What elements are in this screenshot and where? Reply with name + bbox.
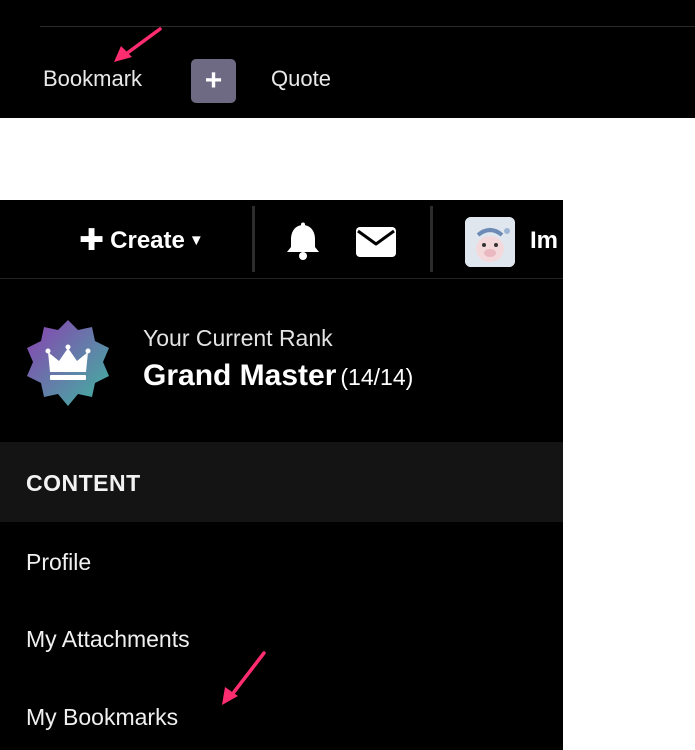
section-title: CONTENT bbox=[26, 470, 141, 496]
menu-item-my-attachments[interactable]: My Attachments bbox=[26, 625, 190, 653]
rank-progress: (14/14) bbox=[340, 364, 414, 390]
rank-caption: Your Current Rank bbox=[143, 325, 333, 351]
notifications-button[interactable] bbox=[284, 222, 322, 262]
rank-name: Grand Master bbox=[143, 359, 337, 392]
avatar-image bbox=[465, 217, 515, 267]
avatar[interactable] bbox=[465, 217, 515, 267]
add-button[interactable]: + bbox=[191, 59, 236, 103]
user-name[interactable]: Im bbox=[530, 226, 558, 256]
envelope-icon bbox=[356, 227, 396, 257]
crown-badge-icon bbox=[27, 320, 109, 406]
user-menu-panel: ✚ Create ▼ Im Your Current Rank Grand Ma… bbox=[0, 200, 563, 750]
bookmark-button[interactable]: Bookmark bbox=[43, 66, 142, 92]
create-label: Create bbox=[110, 227, 185, 254]
toolbar-divider bbox=[252, 206, 255, 272]
quote-button[interactable]: Quote bbox=[271, 66, 331, 92]
caret-down-icon: ▼ bbox=[188, 232, 204, 249]
rank-title: Grand Master (14/14) bbox=[143, 358, 413, 399]
messages-button[interactable] bbox=[355, 226, 397, 258]
plus-icon: ✚ bbox=[79, 224, 105, 257]
post-action-bar: Bookmark + Quote bbox=[0, 0, 695, 118]
bell-icon bbox=[287, 222, 319, 260]
annotation-arrow-icon bbox=[114, 27, 162, 62]
section-header: CONTENT bbox=[0, 442, 563, 522]
header-toolbar: ✚ Create ▼ Im bbox=[0, 200, 563, 279]
annotation-arrow-icon bbox=[222, 651, 266, 705]
menu-item-my-bookmarks[interactable]: My Bookmarks bbox=[26, 703, 178, 731]
toolbar-divider bbox=[430, 206, 433, 272]
menu-item-profile[interactable]: Profile bbox=[26, 548, 91, 576]
create-button[interactable]: ✚ Create ▼ bbox=[79, 226, 204, 256]
